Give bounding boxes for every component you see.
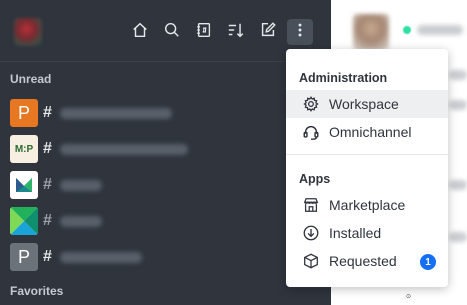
search-icon xyxy=(163,21,181,44)
menu-item-omnichannel[interactable]: Omnichannel xyxy=(286,118,448,146)
room-name-redacted xyxy=(60,252,142,263)
m-logo-avatar xyxy=(10,171,38,199)
room-name-redacted xyxy=(60,144,188,155)
channel-hash-icon: # xyxy=(43,104,52,121)
menu-item-requested[interactable]: Requested 1 xyxy=(286,247,448,275)
menu-header-administration: Administration xyxy=(299,71,388,85)
menu-item-installed[interactable]: Installed xyxy=(286,219,448,247)
room-avatar: P xyxy=(10,99,38,127)
room-item[interactable]: M:P # xyxy=(0,132,331,166)
directory-icon xyxy=(195,21,213,44)
room-avatar: M:P xyxy=(10,135,38,163)
contact-avatar xyxy=(353,14,389,50)
channel-hash-icon: # xyxy=(43,140,52,157)
menu-divider xyxy=(286,154,448,155)
create-new-icon xyxy=(259,21,277,44)
kebab-menu-icon xyxy=(291,21,309,44)
room-name-redacted xyxy=(60,216,102,227)
status-online-icon xyxy=(403,26,411,34)
administration-dropdown-menu: Administration Workspace Omnichannel App… xyxy=(286,49,448,287)
footer-mark: ⊙ xyxy=(406,294,412,300)
menu-item-marketplace[interactable]: Marketplace xyxy=(286,191,448,219)
room-avatar: P xyxy=(10,243,38,271)
section-favorites: Favorites xyxy=(10,284,64,298)
gear-icon xyxy=(302,95,320,113)
sidebar: Unread P # M:P # # # P # Favorites xyxy=(0,0,331,305)
search-button[interactable] xyxy=(159,19,185,45)
menu-item-label: Requested xyxy=(329,253,397,269)
menu-item-label: Installed xyxy=(329,225,382,241)
menu-header-apps: Apps xyxy=(299,172,331,186)
download-circle-icon xyxy=(302,224,320,242)
home-button[interactable] xyxy=(127,19,153,45)
section-unread: Unread xyxy=(10,72,52,86)
redacted-text xyxy=(449,70,467,80)
menu-item-label: Marketplace xyxy=(329,197,406,213)
redacted-text xyxy=(417,25,463,35)
channel-hash-icon: # xyxy=(43,212,52,229)
home-icon xyxy=(131,21,149,44)
sort-button[interactable] xyxy=(223,19,249,45)
administration-menu-button[interactable] xyxy=(287,19,313,45)
directory-button[interactable] xyxy=(191,19,217,45)
x-logo-avatar xyxy=(10,207,38,235)
channel-hash-icon: # xyxy=(43,176,52,193)
user-avatar[interactable] xyxy=(14,18,42,46)
room-name-redacted xyxy=(60,108,172,119)
redacted-text xyxy=(449,232,467,242)
room-item[interactable]: # xyxy=(0,168,331,202)
menu-item-workspace[interactable]: Workspace xyxy=(286,90,448,118)
redacted-text xyxy=(449,180,467,190)
room-name-redacted xyxy=(60,180,102,191)
menu-item-label: Omnichannel xyxy=(329,124,412,140)
channel-hash-icon: # xyxy=(43,248,52,265)
room-item[interactable]: P # xyxy=(0,240,331,274)
create-new-button[interactable] xyxy=(255,19,281,45)
sort-icon xyxy=(227,21,245,44)
requested-count-badge: 1 xyxy=(420,254,436,270)
room-item[interactable]: P # xyxy=(0,96,331,130)
menu-item-label: Workspace xyxy=(329,96,399,112)
headset-icon xyxy=(302,123,320,141)
redacted-text xyxy=(449,100,467,110)
cube-icon xyxy=(302,252,320,270)
sidebar-header xyxy=(0,0,331,62)
store-icon xyxy=(302,196,320,214)
room-item[interactable]: # xyxy=(0,204,331,238)
